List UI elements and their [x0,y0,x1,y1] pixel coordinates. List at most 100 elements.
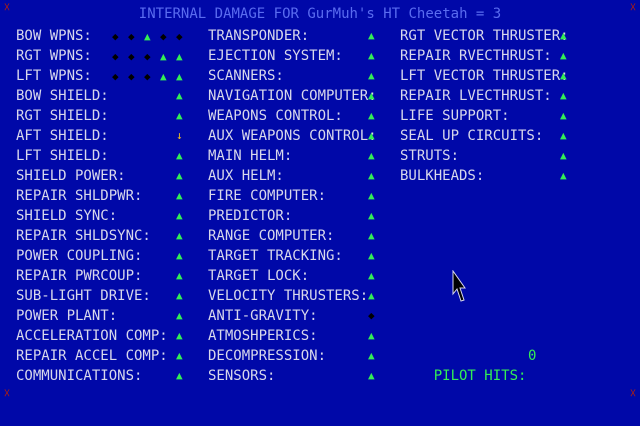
weapon-pips: ◆ ◆ ▲ ◆ ◆ [112,26,192,47]
status-ok-icon: ▲ [368,29,375,42]
status-ok-icon: ▲ [368,89,375,102]
status-ok-icon: ▲ [176,149,183,162]
system-label: STRUTS: [400,148,460,164]
system-label: SCANNERS: [208,68,284,84]
system-label: RGT VECTOR THRUSTER: [400,28,569,44]
system-row-aux-helm: AUX HELM: ▲ [208,166,388,186]
status-ok-icon: ▲ [368,49,375,62]
damage-report-screen: ☓ ☓ ☓ ☓ INTERNAL DAMAGE FOR GurMuh's HT … [0,0,640,400]
status-ok-icon: ▲ [368,169,375,182]
system-row-lft-shield: LFT SHIELD: ▲ [16,146,196,166]
status-ok-icon: ▲ [560,69,567,82]
system-row-anti-gravity: ANTI-GRAVITY: ◆ [208,306,388,326]
status-ok-icon: ▲ [368,269,375,282]
system-row-rgt-shield: RGT SHIELD: ▲ [16,106,196,126]
system-label: ANTI-GRAVITY: [208,308,318,324]
system-label: SHIELD SYNC: [16,208,118,224]
weapon-dead-icon: ◆ [112,30,119,43]
status-ok-icon: ▲ [560,49,567,62]
system-row-repair-rvecthrust: REPAIR RVECTHRUST: ▲ [400,46,580,66]
system-label: COMMUNICATIONS: [16,368,143,384]
system-row-acceleration-comp: ACCELERATION COMP: ▲ [16,326,196,346]
weapons-row-lft-wpns: LFT WPNS: ◆ ◆ ◆ ▲ ▲ [16,66,196,86]
system-row-sensors: SENSORS: ▲ [208,366,388,386]
system-row-decompression: DECOMPRESSION: ▲ [208,346,388,366]
system-label: REPAIR RVECTHRUST: [400,48,552,64]
status-ok-icon: ▲ [176,189,183,202]
status-ok-icon: ▲ [368,129,375,142]
system-label: DECOMPRESSION: [208,348,327,364]
system-row-communications: COMMUNICATIONS: ▲ [16,366,196,386]
system-row-range-computer: RANGE COMPUTER: ▲ [208,226,388,246]
status-ok-icon: ▲ [176,209,183,222]
system-label: AUX HELM: [208,168,284,184]
system-label: AFT SHIELD: [16,128,109,144]
system-label: TARGET TRACKING: [208,248,343,264]
weapon-pips: ◆ ◆ ◆ ▲ ▲ [112,66,192,87]
system-row-transponder: TRANSPONDER: ▲ [208,26,388,46]
pilot-hits-label: PILOT HITS: [433,368,527,384]
status-ok-icon: ▲ [560,169,567,182]
status-ok-icon: ▲ [560,109,567,122]
status-ok-icon: ▲ [560,89,567,102]
system-row-aux-weapons-control: AUX WEAPONS CONTROL: ▲ [208,126,388,146]
system-row-lft-vector-thruster: LFT VECTOR THRUSTER: ▲ [400,66,580,86]
status-ok-icon: ▲ [176,369,183,382]
mouse-pointer-icon [452,270,466,302]
system-row-power-plant: POWER PLANT: ▲ [16,306,196,326]
system-row-power-coupling: POWER COUPLING: ▲ [16,246,196,266]
system-label: SENSORS: [208,368,276,384]
weapon-dead-icon: ◆ [128,50,135,63]
weapon-dead-icon: ◆ [112,70,119,83]
system-row-aft-shield: AFT SHIELD: ↓ [16,126,196,146]
system-row-bulkheads: BULKHEADS: ▲ [400,166,580,186]
system-row-predictor: PREDICTOR: ▲ [208,206,388,226]
system-label: WEAPONS CONTROL: [208,108,343,124]
status-dead-icon: ◆ [368,309,375,322]
system-label: LFT SHIELD: [16,148,109,164]
weapon-dead-icon: ◆ [144,70,151,83]
system-label: SHIELD POWER: [16,168,126,184]
status-ok-icon: ▲ [176,249,183,262]
status-ok-icon: ▲ [176,269,183,282]
weapon-ok-icon: ▲ [160,70,167,83]
system-label: TRANSPONDER: [208,28,310,44]
status-ok-icon: ▲ [560,129,567,142]
screen-title: INTERNAL DAMAGE FOR GurMuh's HT Cheetah … [138,6,502,22]
system-row-velocity-thrusters: VELOCITY THRUSTERS: ▲ [208,286,388,306]
system-row-scanners: SCANNERS: ▲ [208,66,388,86]
system-row-fire-computer: FIRE COMPUTER: ▲ [208,186,388,206]
system-row-repair-shldsync: REPAIR SHLDSYNC: ▲ [16,226,196,246]
system-row-weapons-control: WEAPONS CONTROL: ▲ [208,106,388,126]
status-ok-icon: ▲ [368,249,375,262]
system-row-target-lock: TARGET LOCK: ▲ [208,266,388,286]
status-ok-icon: ▲ [368,109,375,122]
system-row-shield-power: SHIELD POWER: ▲ [16,166,196,186]
system-label: POWER PLANT: [16,308,118,324]
weapon-dead-icon: ◆ [176,30,183,43]
system-row-seal-up-circuits: SEAL UP CIRCUITS: ▲ [400,126,580,146]
systems-column-1: BOW WPNS: ◆ ◆ ▲ ◆ ◆ RGT WPNS: ◆ ◆ ◆ ▲ ▲ LFT WPNS: ◆ ◆ ◆… [16,26,196,386]
status-ok-icon: ▲ [176,89,183,102]
corner-cross-icon: ☓ [629,386,637,400]
system-row-repair-pwrcoup: REPAIR PWRCOUP: ▲ [16,266,196,286]
system-label: BULKHEADS: [400,168,485,184]
corner-cross-icon: ☓ [3,386,11,400]
status-ok-icon: ▲ [368,369,375,382]
status-ok-icon: ▲ [176,289,183,302]
weapons-row-bow-wpns: BOW WPNS: ◆ ◆ ▲ ◆ ◆ [16,26,196,46]
status-ok-icon: ▲ [176,349,183,362]
system-label: LIFE SUPPORT: [400,108,510,124]
system-label: RANGE COMPUTER: [208,228,335,244]
weapon-dead-icon: ◆ [128,30,135,43]
system-label: SEAL UP CIRCUITS: [400,128,544,144]
weapon-ok-icon: ▲ [176,50,183,63]
weapons-row-rgt-wpns: RGT WPNS: ◆ ◆ ◆ ▲ ▲ [16,46,196,66]
system-row-repair-lvecthrust: REPAIR LVECTHRUST: ▲ [400,86,580,106]
system-label: ACCELERATION COMP: [16,328,168,344]
weapon-dead-icon: ◆ [160,30,167,43]
system-row-rgt-vector-thruster: RGT VECTOR THRUSTER: ▲ [400,26,580,46]
status-ok-icon: ▲ [368,149,375,162]
weapon-ok-icon: ▲ [160,50,167,63]
system-label: BOW SHIELD: [16,88,109,104]
